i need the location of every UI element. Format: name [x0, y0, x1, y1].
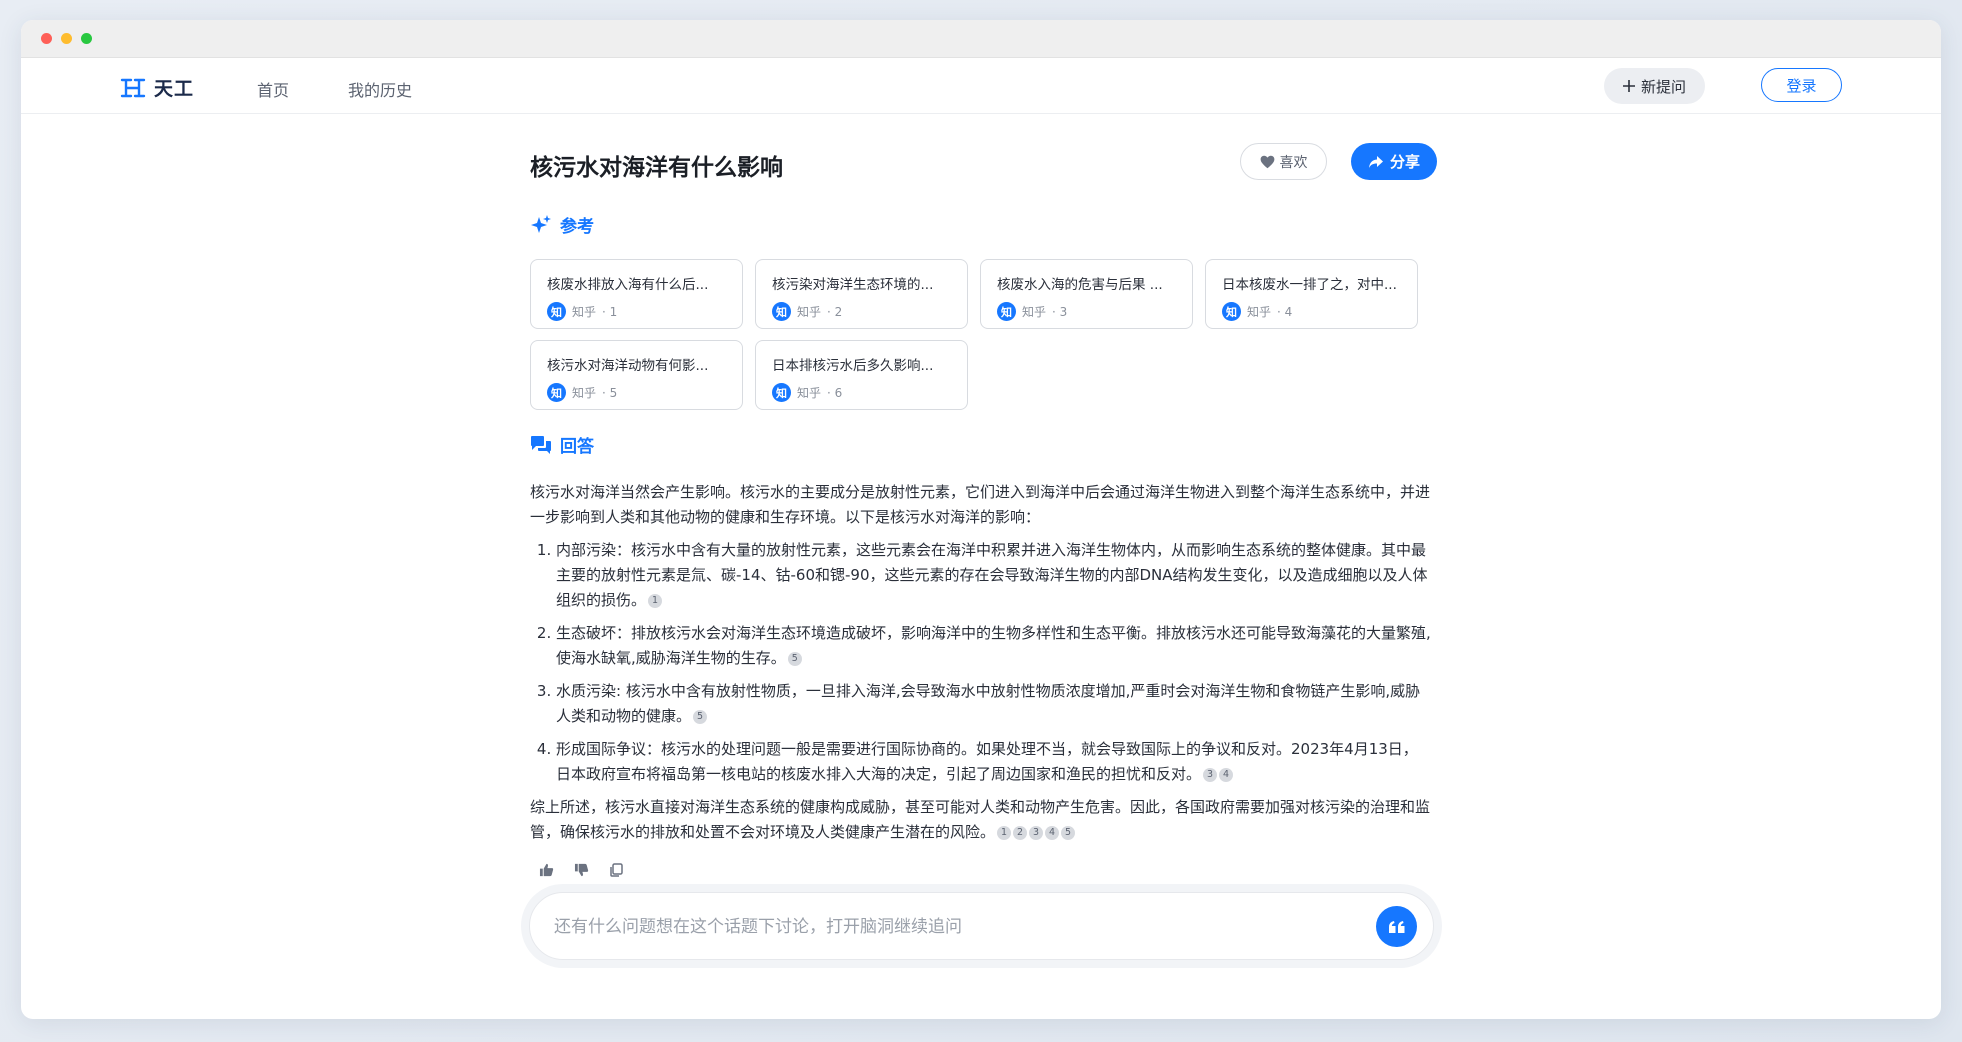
zhihu-icon: 知 [772, 383, 791, 402]
reference-title: 日本核废水一排了之，对中... [1222, 277, 1397, 293]
reference-title: 核废水排放入海有什么后... [547, 277, 709, 293]
answer-points-list: 内部污染：核污水中含有大量的放射性元素，这些元素会在海洋中积累并进入海洋生物体内… [530, 538, 1431, 787]
reference-source: 知乎 [572, 305, 597, 319]
reference-source: 知乎 [1022, 305, 1047, 319]
answer-point: 生态破坏：排放核污水会对海洋生态环境造成破坏，影响海洋中的生物多样性和生态平衡。… [556, 621, 1431, 671]
share-button[interactable]: 分享 [1351, 143, 1437, 180]
like-label: 喜欢 [1279, 154, 1308, 171]
citation-badge[interactable]: 2 [1013, 825, 1028, 840]
citation-badge[interactable]: 5 [787, 651, 802, 666]
copy-icon[interactable] [608, 862, 624, 878]
answer-conclusion-text: 综上所述，核污水直接对海洋生态系统的健康构成威胁，甚至可能对人类和动物产生危害。… [530, 798, 1431, 841]
followup-container [521, 884, 1442, 968]
reference-card-5[interactable]: 核污水对海洋动物有何影... 知 知乎 · 5 [530, 340, 743, 410]
thumbs-down-icon[interactable] [573, 862, 589, 878]
reference-title: 核污染对海洋生态环境的... [772, 277, 934, 293]
reference-card-4[interactable]: 日本核废水一排了之，对中... 知 知乎 · 4 [1205, 259, 1418, 329]
reference-index: · 2 [827, 304, 843, 319]
new-question-button[interactable]: 新提问 [1604, 68, 1705, 104]
close-window-button[interactable] [41, 33, 52, 44]
citation-badge[interactable]: 1 [997, 825, 1012, 840]
reference-index: · 5 [602, 385, 618, 400]
reference-title: 核废水入海的危害与后果 ... [997, 277, 1163, 293]
login-button[interactable]: 登录 [1761, 68, 1842, 102]
citation-badge[interactable]: 5 [1061, 825, 1076, 840]
answer-body: 核污水对海洋当然会产生影响。核污水的主要成分是放射性元素，它们进入到海洋中后会通… [530, 480, 1431, 853]
reference-meta: 知 知乎 · 5 [547, 383, 742, 402]
reference-meta: 知 知乎 · 1 [547, 302, 742, 321]
app-logo[interactable]: 天工 [120, 74, 194, 101]
answer-point-text: 形成国际争议：核污水的处理问题一般是需要进行国际协商的。如果处理不当，就会导致国… [556, 740, 1418, 783]
citation-badge[interactable]: 4 [1219, 767, 1234, 782]
answer-feedback-bar [538, 862, 624, 878]
window-titlebar [21, 20, 1941, 58]
references-heading-label: 参考 [560, 217, 594, 237]
new-question-label: 新提问 [1640, 77, 1686, 96]
minimize-window-button[interactable] [61, 33, 72, 44]
send-button[interactable] [1376, 906, 1417, 947]
maximize-window-button[interactable] [81, 33, 92, 44]
zhihu-icon: 知 [1222, 302, 1241, 321]
nav-home-link[interactable]: 首页 [257, 77, 289, 101]
answer-point: 形成国际争议：核污水的处理问题一般是需要进行国际协商的。如果处理不当，就会导致国… [556, 737, 1431, 787]
answer-intro: 核污水对海洋当然会产生影响。核污水的主要成分是放射性元素，它们进入到海洋中后会通… [530, 483, 1431, 526]
reference-meta: 知 知乎 · 6 [772, 383, 967, 402]
reference-title: 核污水对海洋动物有何影... [547, 358, 709, 374]
share-arrow-icon [1368, 155, 1383, 168]
zhihu-icon: 知 [997, 302, 1016, 321]
answer-point-text: 生态破坏：排放核污水会对海洋生态环境造成破坏，影响海洋中的生物多样性和生态平衡。… [556, 624, 1431, 667]
followup-box [529, 892, 1434, 960]
reference-meta: 知 知乎 · 2 [772, 302, 967, 321]
reference-source: 知乎 [572, 386, 597, 400]
reference-meta: 知 知乎 · 4 [1222, 302, 1417, 321]
reference-card-6[interactable]: 日本排核污水后多久影响... 知 知乎 · 6 [755, 340, 968, 410]
answer-heading-label: 回答 [560, 437, 594, 457]
citation-badge[interactable]: 1 [648, 593, 663, 608]
nav-history-link[interactable]: 我的历史 [348, 77, 412, 101]
zhihu-icon: 知 [547, 302, 566, 321]
top-navbar: 天工 首页 我的历史 新提问 登录 [21, 58, 1941, 114]
answer-point-text: 内部污染：核污水中含有大量的放射性元素，这些元素会在海洋中积累并进入海洋生物体内… [556, 541, 1428, 609]
reference-index: · 3 [1052, 304, 1068, 319]
quote-icon [1388, 920, 1404, 933]
plus-icon [1622, 80, 1635, 92]
citation-badge[interactable]: 3 [1203, 767, 1218, 782]
reference-source: 知乎 [1247, 305, 1272, 319]
references-heading: 参考 [530, 212, 594, 237]
citation-badge[interactable]: 3 [1029, 825, 1044, 840]
reference-index: · 1 [602, 304, 618, 319]
reference-card-1[interactable]: 核废水排放入海有什么后... 知 知乎 · 1 [530, 259, 743, 329]
reference-title: 日本排核污水后多久影响... [772, 358, 934, 374]
reference-card-2[interactable]: 核污染对海洋生态环境的... 知 知乎 · 2 [755, 259, 968, 329]
answer-conclusion: 综上所述，核污水直接对海洋生态系统的健康构成威胁，甚至可能对人类和动物产生危害。… [530, 795, 1431, 845]
app-name: 天工 [154, 78, 195, 100]
like-button[interactable]: 喜欢 [1240, 143, 1327, 180]
answer-heading: 回答 [530, 432, 594, 457]
zhihu-icon: 知 [772, 302, 791, 321]
reference-index: · 4 [1277, 304, 1293, 319]
tiangong-logo-icon [120, 78, 146, 97]
share-label: 分享 [1389, 153, 1420, 171]
chat-bubble-icon [531, 435, 551, 454]
sparkle-icon [531, 214, 551, 233]
heart-icon [1260, 155, 1274, 168]
answer-point: 内部污染：核污水中含有大量的放射性元素，这些元素会在海洋中积累并进入海洋生物体内… [556, 538, 1431, 613]
citation-badge[interactable]: 4 [1045, 825, 1060, 840]
citation-badge[interactable]: 5 [693, 709, 708, 724]
reference-source: 知乎 [797, 386, 822, 400]
reference-index: · 6 [827, 385, 843, 400]
zhihu-icon: 知 [547, 383, 566, 402]
question-title: 核污水对海洋有什么影响 [530, 155, 783, 181]
reference-card-3[interactable]: 核废水入海的危害与后果 ... 知 知乎 · 3 [980, 259, 1193, 329]
browser-window: 天工 首页 我的历史 新提问 登录 核污水对海洋有什么影响 喜欢 分享 参考 核… [21, 20, 1941, 1019]
reference-meta: 知 知乎 · 3 [997, 302, 1192, 321]
answer-point-text: 水质污染: 核污水中含有放射性物质，一旦排入海洋,会导致海水中放射性物质浓度增加… [556, 682, 1421, 725]
thumbs-up-icon[interactable] [538, 862, 554, 878]
reference-source: 知乎 [797, 305, 822, 319]
answer-point: 水质污染: 核污水中含有放射性物质，一旦排入海洋,会导致海水中放射性物质浓度增加… [556, 679, 1431, 729]
followup-input[interactable] [554, 913, 1334, 941]
